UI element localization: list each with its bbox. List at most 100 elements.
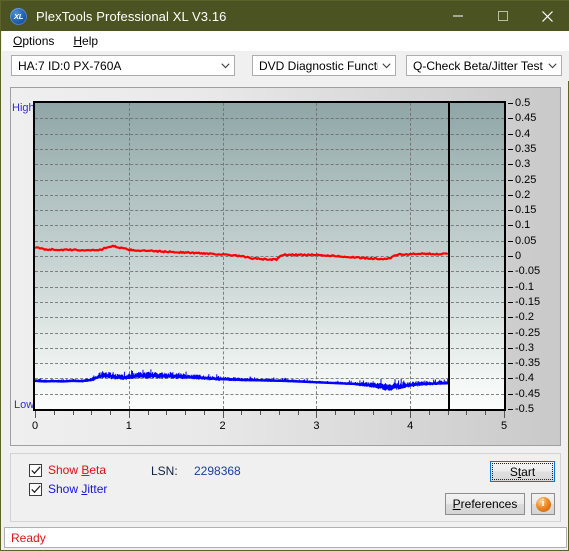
y-axis-tick <box>508 256 513 257</box>
x-axis-major-tick <box>128 411 130 418</box>
x-axis-major-tick <box>35 411 36 418</box>
x-axis-major-tick <box>222 411 224 418</box>
x-axis-major-tick <box>316 411 318 418</box>
window-title: PlexTools Professional XL V3.16 <box>36 8 227 24</box>
y-axis-tick <box>508 409 513 410</box>
cursor-marker-line <box>447 103 450 409</box>
y-axis-tick <box>508 393 513 395</box>
lsn-label: LSN: <box>151 464 178 478</box>
chevron-down-icon[interactable] <box>544 56 561 75</box>
y-axis-label: 0.35 <box>515 142 537 155</box>
x-axis-minor-tick <box>372 411 374 415</box>
function-select-value: DVD Diagnostic Functions <box>259 58 378 73</box>
x-axis-minor-tick <box>166 411 168 415</box>
show-beta-checkbox[interactable]: Show Beta <box>29 463 106 477</box>
x-axis-minor-tick <box>391 411 393 415</box>
chevron-down-icon[interactable] <box>378 56 395 75</box>
drive-select-value: HA:7 ID:0 PX-760A <box>18 58 122 73</box>
y-axis-label: 0 <box>515 250 522 262</box>
x-axis-minor-tick <box>335 411 337 415</box>
y-axis-tick <box>508 210 513 212</box>
y-axis-tick <box>508 240 513 242</box>
y-axis-label: 0.3 <box>515 158 531 171</box>
x-axis: 0 1 2 3 4 5 <box>32 411 509 445</box>
x-axis-minor-tick <box>447 411 449 415</box>
preferences-button-label: Preferences <box>452 497 518 511</box>
x-axis-label: 5 <box>500 420 508 432</box>
function-select[interactable]: DVD Diagnostic Functions <box>252 55 396 76</box>
y-axis-tick <box>508 363 513 365</box>
menu-item-options[interactable]: Options <box>5 33 62 49</box>
x-axis-minor-tick <box>53 411 55 415</box>
y-axis-tick <box>508 332 513 334</box>
preferences-button[interactable]: Preferences <box>445 493 525 515</box>
start-button[interactable]: St art <box>490 461 555 482</box>
plot-area[interactable] <box>33 101 506 411</box>
close-button[interactable] <box>525 1 569 31</box>
y-axis-tick <box>508 133 513 135</box>
y-axis-label: 0.15 <box>515 204 537 217</box>
beta-trace <box>35 244 449 262</box>
y-axis-label: 0.45 <box>515 112 537 125</box>
maximize-button[interactable] <box>480 1 525 31</box>
x-axis-label: 2 <box>219 420 226 432</box>
y-axis-tick <box>508 271 513 273</box>
axis-low-label: Low <box>14 399 35 411</box>
checkmark-icon[interactable] <box>29 482 42 496</box>
x-axis-minor-tick <box>278 411 280 415</box>
x-axis-label: 3 <box>313 420 320 432</box>
menu-bar: Options Help <box>2 31 569 51</box>
x-axis-minor-tick <box>428 411 430 415</box>
y-axis-tick <box>508 164 513 166</box>
y-axis-tick <box>508 103 513 104</box>
test-select-value: Q-Check Beta/Jitter Test <box>413 58 543 73</box>
show-jitter-label: Show Jitter <box>48 482 108 496</box>
data-traces <box>35 244 449 391</box>
x-axis-minor-tick <box>203 411 205 415</box>
show-jitter-checkbox[interactable]: Show Jitter <box>29 482 107 496</box>
jitter-trace <box>35 369 449 391</box>
y-axis-label: -0.05 <box>515 265 541 278</box>
x-axis-minor-tick <box>91 411 93 415</box>
controls-panel: Show Beta Show Jitter LSN: 2298368 St art… <box>10 453 561 522</box>
y-axis-tick <box>508 179 513 181</box>
y-axis-label: -0.3 <box>515 341 534 354</box>
chart-panel: High Low 0.5 0.45 0.4 0.35 0.3 0.25 0.2 0.15 0.1… <box>10 87 561 446</box>
start-button-label: St art <box>492 463 553 480</box>
y-axis-tick <box>508 194 513 196</box>
drive-select[interactable]: HA:7 ID:0 PX-760A <box>11 55 235 76</box>
lsn-value: 2298368 <box>194 464 241 478</box>
y-axis-label: -0.1 <box>515 280 534 293</box>
x-axis-minor-tick <box>185 411 187 415</box>
x-axis-minor-tick <box>260 411 262 415</box>
y-axis-tick <box>508 317 513 319</box>
x-axis-minor-tick <box>466 411 468 415</box>
y-axis-label: 0.25 <box>515 173 537 186</box>
x-axis-minor-tick <box>353 411 355 415</box>
y-axis-label: -0.4 <box>515 372 534 385</box>
test-select[interactable]: Q-Check Beta/Jitter Test <box>406 55 562 76</box>
x-axis-minor-tick <box>110 411 112 415</box>
y-axis-tick <box>508 225 513 227</box>
x-axis-minor-tick <box>72 411 74 415</box>
y-axis-label: -0.45 <box>515 387 541 400</box>
y-axis-label: -0.2 <box>515 311 534 324</box>
menu-item-help[interactable]: Help <box>65 33 106 49</box>
status-bar: Ready <box>4 527 567 548</box>
info-button[interactable]: i <box>531 493 555 515</box>
y-axis-label: 0.05 <box>515 234 537 247</box>
y-axis-label: -0.5 <box>515 403 534 415</box>
checkmark-icon[interactable] <box>29 463 42 477</box>
y-axis-label: -0.15 <box>515 295 541 308</box>
application-window: XL PlexTools Professional XL V3.16 Optio… <box>0 0 569 551</box>
y-axis-label: 0.4 <box>515 127 531 140</box>
status-text: Ready <box>11 530 46 545</box>
y-axis-label: 0.1 <box>515 219 531 232</box>
info-icon: i <box>535 496 551 512</box>
minimize-button[interactable] <box>435 1 480 31</box>
chevron-down-icon[interactable] <box>217 56 234 75</box>
y-axis-tick <box>508 118 513 120</box>
y-axis-tick <box>508 347 513 349</box>
y-axis-label: 0.5 <box>515 97 531 109</box>
x-axis-major-tick <box>504 411 505 418</box>
